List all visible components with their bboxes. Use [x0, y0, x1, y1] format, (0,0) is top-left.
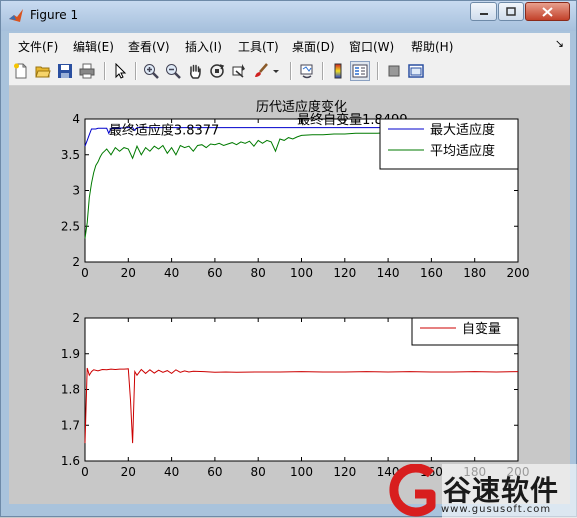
menu-bar: 文件(F) 编辑(E) 查看(V) 插入(I) 工具(T) 桌面(D) 窗口(W…	[9, 33, 570, 57]
figure-plots: 02040608010012014016018020022.533.54历代适应…	[9, 86, 570, 504]
legend-label: 自变量	[462, 321, 501, 337]
save-icon[interactable]	[55, 61, 75, 81]
menu-tools[interactable]: 工具(T)	[238, 38, 279, 55]
colorbar-icon[interactable]	[328, 61, 348, 81]
legend-icon[interactable]	[350, 61, 370, 81]
x-tick-label: 40	[164, 266, 179, 280]
hide-plot-tools-icon[interactable]	[384, 61, 404, 81]
y-tick-label: 1.6	[61, 454, 80, 468]
pan-hand-icon[interactable]	[185, 61, 205, 81]
menu-view[interactable]: 查看(V)	[128, 38, 170, 55]
x-tick-label: 20	[121, 266, 136, 280]
menu-window[interactable]: 窗口(W)	[349, 38, 394, 55]
x-tick-label: 80	[251, 266, 266, 280]
watermark-brand: 谷速软件	[443, 469, 559, 509]
toolbar-separator	[322, 62, 324, 80]
x-tick-label: 140	[377, 266, 400, 280]
toolbar-separator	[377, 62, 379, 80]
y-tick-label: 3.5	[61, 148, 80, 162]
menu-insert[interactable]: 插入(I)	[185, 38, 222, 55]
x-tick-label: 60	[207, 266, 222, 280]
x-tick-label: 120	[333, 266, 356, 280]
x-tick-label: 100	[290, 266, 313, 280]
minimize-button[interactable]	[470, 2, 497, 21]
x-tick-label: 80	[251, 465, 266, 479]
toolbar-separator	[135, 62, 137, 80]
new-file-icon[interactable]	[11, 61, 31, 81]
y-tick-label: 1.8	[61, 383, 80, 397]
menu-edit[interactable]: 编辑(E)	[73, 38, 114, 55]
minimize-icon	[479, 8, 489, 16]
toolbar	[9, 57, 570, 86]
menu-dock-arrow-icon[interactable]: ↘	[555, 37, 564, 50]
pointer-icon[interactable]	[110, 61, 130, 81]
link-icon[interactable]	[297, 61, 317, 81]
y-tick-label: 2	[72, 311, 80, 325]
rotate-3d-icon[interactable]	[207, 61, 227, 81]
close-icon	[542, 7, 553, 17]
y-tick-label: 1.9	[61, 347, 80, 361]
legend-label: 最大适应度	[430, 122, 495, 138]
x-tick-label: 100	[290, 465, 313, 479]
menu-file[interactable]: 文件(F)	[18, 38, 58, 55]
title-bar: Figure 1	[1, 1, 576, 31]
watermark-url: www.gususoft.com	[441, 504, 551, 515]
menu-help[interactable]: 帮助(H)	[411, 38, 453, 55]
legend-label: 平均适应度	[430, 143, 495, 159]
brush-icon[interactable]	[251, 61, 271, 81]
figure-window: Figure 1 文件(F) 编辑(E) 查看(V) 插入(I) 工具(T) 桌…	[0, 0, 577, 517]
print-icon[interactable]	[77, 61, 97, 81]
window-title: Figure 1	[30, 8, 78, 22]
matlab-logo-icon	[8, 8, 24, 24]
close-button[interactable]	[525, 2, 570, 21]
menu-desktop[interactable]: 桌面(D)	[292, 38, 335, 55]
x-tick-label: 160	[420, 266, 443, 280]
toolbar-separator	[104, 62, 106, 80]
maximize-button[interactable]	[498, 2, 524, 21]
x-tick-label: 0	[81, 465, 89, 479]
y-tick-label: 3	[72, 184, 80, 198]
y-tick-label: 2	[72, 255, 80, 269]
x-tick-label: 0	[81, 266, 89, 280]
x-tick-label: 180	[463, 266, 486, 280]
annotation-1: 最终适应度3.8377	[109, 123, 220, 139]
x-tick-label: 60	[207, 465, 222, 479]
zoom-in-icon[interactable]	[141, 61, 161, 81]
x-tick-label: 40	[164, 465, 179, 479]
x-tick-label: 200	[507, 266, 530, 280]
x-tick-label: 20	[121, 465, 136, 479]
y-tick-label: 2.5	[61, 219, 80, 233]
y-tick-label: 4	[72, 112, 80, 126]
show-plot-tools-icon[interactable]	[406, 61, 426, 81]
zoom-out-icon[interactable]	[163, 61, 183, 81]
brush-dropdown-arrow-icon[interactable]	[271, 61, 281, 81]
maximize-icon	[506, 7, 516, 16]
x-tick-label: 120	[333, 465, 356, 479]
toolbar-separator	[290, 62, 292, 80]
open-folder-icon[interactable]	[33, 61, 53, 81]
y-tick-label: 1.7	[61, 418, 80, 432]
data-cursor-icon[interactable]	[229, 61, 249, 81]
